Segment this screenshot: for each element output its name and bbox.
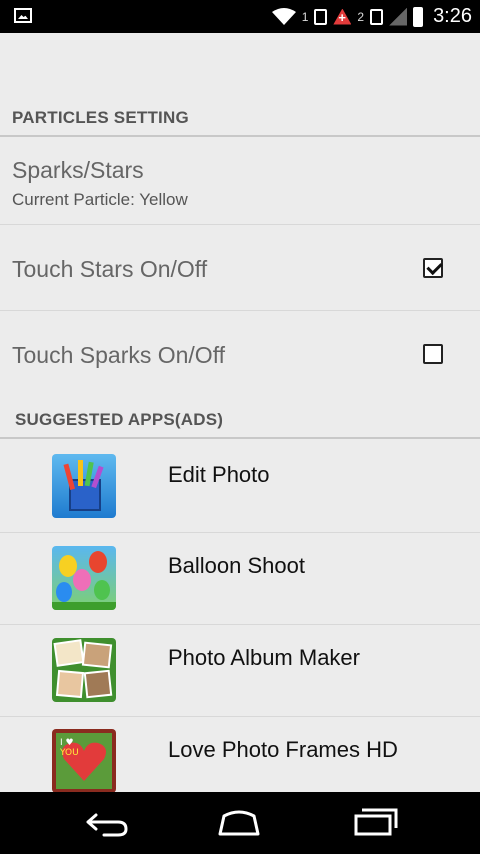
app-name: Photo Album Maker: [168, 645, 360, 670]
app-item-photo-album-maker[interactable]: Photo Album Maker: [0, 625, 480, 717]
sim2-label: 2: [357, 9, 365, 24]
status-bar: 1 2 3:26: [0, 0, 480, 33]
app-item-edit-photo[interactable]: Edit Photo: [0, 440, 480, 532]
touch-stars-checkbox[interactable]: [423, 258, 443, 278]
touch-stars-label: Touch Stars On/Off: [12, 256, 208, 282]
battery-icon: [413, 6, 424, 27]
navigation-bar: [0, 792, 480, 854]
particles-setting-header: PARTICLES SETTING: [12, 108, 189, 127]
home-icon[interactable]: [216, 806, 262, 838]
medical-alert-icon: [333, 8, 352, 25]
touch-sparks-preference[interactable]: Touch Sparks On/Off: [0, 311, 480, 396]
status-icons: 1 2 3:26: [271, 0, 472, 33]
back-icon[interactable]: [84, 806, 130, 838]
app-name: Balloon Shoot: [168, 553, 305, 578]
current-particle-summary: Current Particle: Yellow: [12, 190, 188, 209]
sparks-stars-preference[interactable]: Sparks/Stars Current Particle: Yellow: [0, 137, 480, 224]
photo-collage-icon: [52, 638, 116, 702]
app-name: Edit Photo: [168, 462, 270, 487]
sim2-icon: [370, 8, 384, 25]
touch-sparks-label: Touch Sparks On/Off: [12, 342, 226, 368]
svg-text:I ♥: I ♥: [60, 738, 74, 748]
app-item-balloon-shoot[interactable]: Balloon Shoot: [0, 533, 480, 625]
app-name: Love Photo Frames HD: [168, 737, 398, 762]
svg-text:YOU: YOU: [59, 748, 79, 758]
app-item-love-photo-frames[interactable]: I ♥ YOU Love Photo Frames HD: [0, 717, 480, 792]
sim1-icon: [314, 8, 328, 25]
sim1-label: 1: [301, 9, 309, 24]
recent-apps-icon[interactable]: [352, 806, 398, 838]
paint-brushes-cup-icon: [52, 454, 116, 518]
balloons-icon: [52, 546, 116, 610]
sparks-stars-title: Sparks/Stars: [12, 157, 144, 183]
wifi-icon: [271, 7, 296, 25]
touch-sparks-checkbox[interactable]: [423, 344, 443, 364]
love-frame-icon: I ♥ YOU: [52, 729, 116, 792]
clock: 3:26: [433, 5, 472, 27]
suggested-apps-header: SUGGESTED APPS(ADS): [15, 410, 224, 429]
signal-icon: [389, 8, 407, 26]
suggested-divider: [0, 437, 480, 439]
gallery-notification-icon: [14, 8, 32, 23]
touch-stars-preference[interactable]: Touch Stars On/Off: [0, 225, 480, 310]
